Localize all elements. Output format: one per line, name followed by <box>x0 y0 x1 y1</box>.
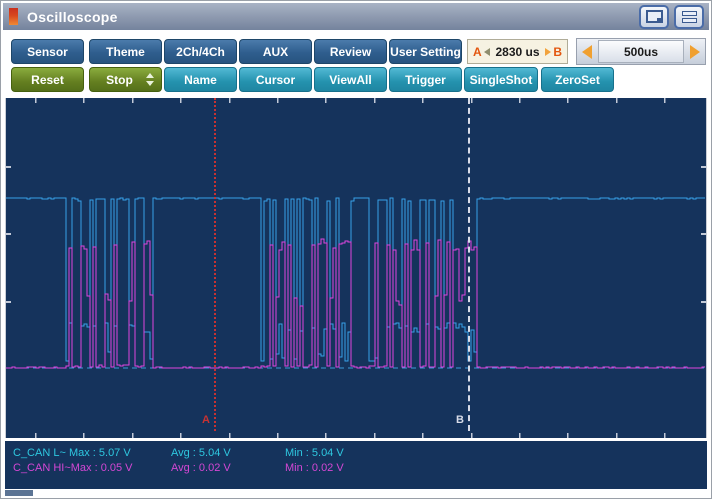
cursor-b-marker-icon <box>545 47 552 56</box>
maximize-window-icon <box>681 10 697 23</box>
theme-button[interactable]: Theme <box>89 39 162 64</box>
cursor-a-tag: A <box>202 414 210 426</box>
waveform-canvas <box>6 98 706 438</box>
restore-window-button[interactable] <box>639 4 669 29</box>
cursor-delta-readout: A 2830 us B <box>467 39 568 64</box>
maximize-window-button[interactable] <box>674 4 704 29</box>
measurement-row-can-hi: C_CAN HI~Max : 0.05 V Avg : 0.02 V Min :… <box>13 461 707 476</box>
restore-window-icon <box>645 10 663 23</box>
left-arrow-icon <box>582 44 592 59</box>
cursor-b-tag: B <box>456 414 464 426</box>
stop-run-label: Stop <box>106 72 133 87</box>
right-arrow-icon <box>690 44 700 59</box>
cursor-a-line[interactable] <box>214 98 216 431</box>
oscilloscope-window: Oscilloscope Sensor Theme 2Ch/4Ch AUX Re… <box>0 0 712 499</box>
cursor-a-label: A <box>473 44 482 59</box>
can-hi-max-value: C_CAN HI~Max : 0.05 V <box>13 462 133 474</box>
timebase-increase-button[interactable] <box>685 39 705 64</box>
stop-mode-spinner-icon <box>146 73 154 86</box>
resize-grip[interactable] <box>5 490 33 496</box>
stop-run-button[interactable]: Stop <box>89 67 162 92</box>
can-l-avg-value: Avg : 5.04 V <box>171 447 231 459</box>
timebase-control: 500us <box>576 38 706 65</box>
trigger-button[interactable]: Trigger <box>389 67 462 92</box>
review-button[interactable]: Review <box>314 39 387 64</box>
measurement-row-can-l: C_CAN L~ Max : 5.07 V Avg : 5.04 V Min :… <box>13 446 707 461</box>
window-controls <box>639 4 704 29</box>
measurement-panel: C_CAN L~ Max : 5.07 V Avg : 5.04 V Min :… <box>5 441 707 489</box>
reset-button[interactable]: Reset <box>11 67 84 92</box>
singleshot-button[interactable]: SingleShot <box>464 67 538 92</box>
cursor-delta-value: 2830 us <box>495 44 540 59</box>
window-title: Oscilloscope <box>27 8 118 25</box>
can-l-min-value: Min : 5.04 V <box>285 447 344 459</box>
cursor-button[interactable]: Cursor <box>239 67 312 92</box>
can-l-max-value: C_CAN L~ Max : 5.07 V <box>13 447 131 459</box>
channel-mode-button[interactable]: 2Ch/4Ch <box>164 39 237 64</box>
aux-button[interactable]: AUX <box>239 39 312 64</box>
cursor-b-label: B <box>553 44 562 59</box>
viewall-button[interactable]: ViewAll <box>314 67 387 92</box>
cursor-b-line[interactable] <box>468 98 470 431</box>
timebase-decrease-button[interactable] <box>577 39 597 64</box>
name-button[interactable]: Name <box>164 67 237 92</box>
zeroset-button[interactable]: ZeroSet <box>541 67 614 92</box>
sensor-button[interactable]: Sensor <box>11 39 84 64</box>
can-hi-min-value: Min : 0.02 V <box>285 462 344 474</box>
can-hi-avg-value: Avg : 0.02 V <box>171 462 231 474</box>
scope-display[interactable]: A B <box>5 98 707 438</box>
timebase-value: 500us <box>598 40 684 63</box>
titlebar: Oscilloscope <box>3 3 709 30</box>
oscilloscope-app-icon <box>9 8 18 25</box>
user-setting-button[interactable]: User Setting <box>389 39 462 64</box>
